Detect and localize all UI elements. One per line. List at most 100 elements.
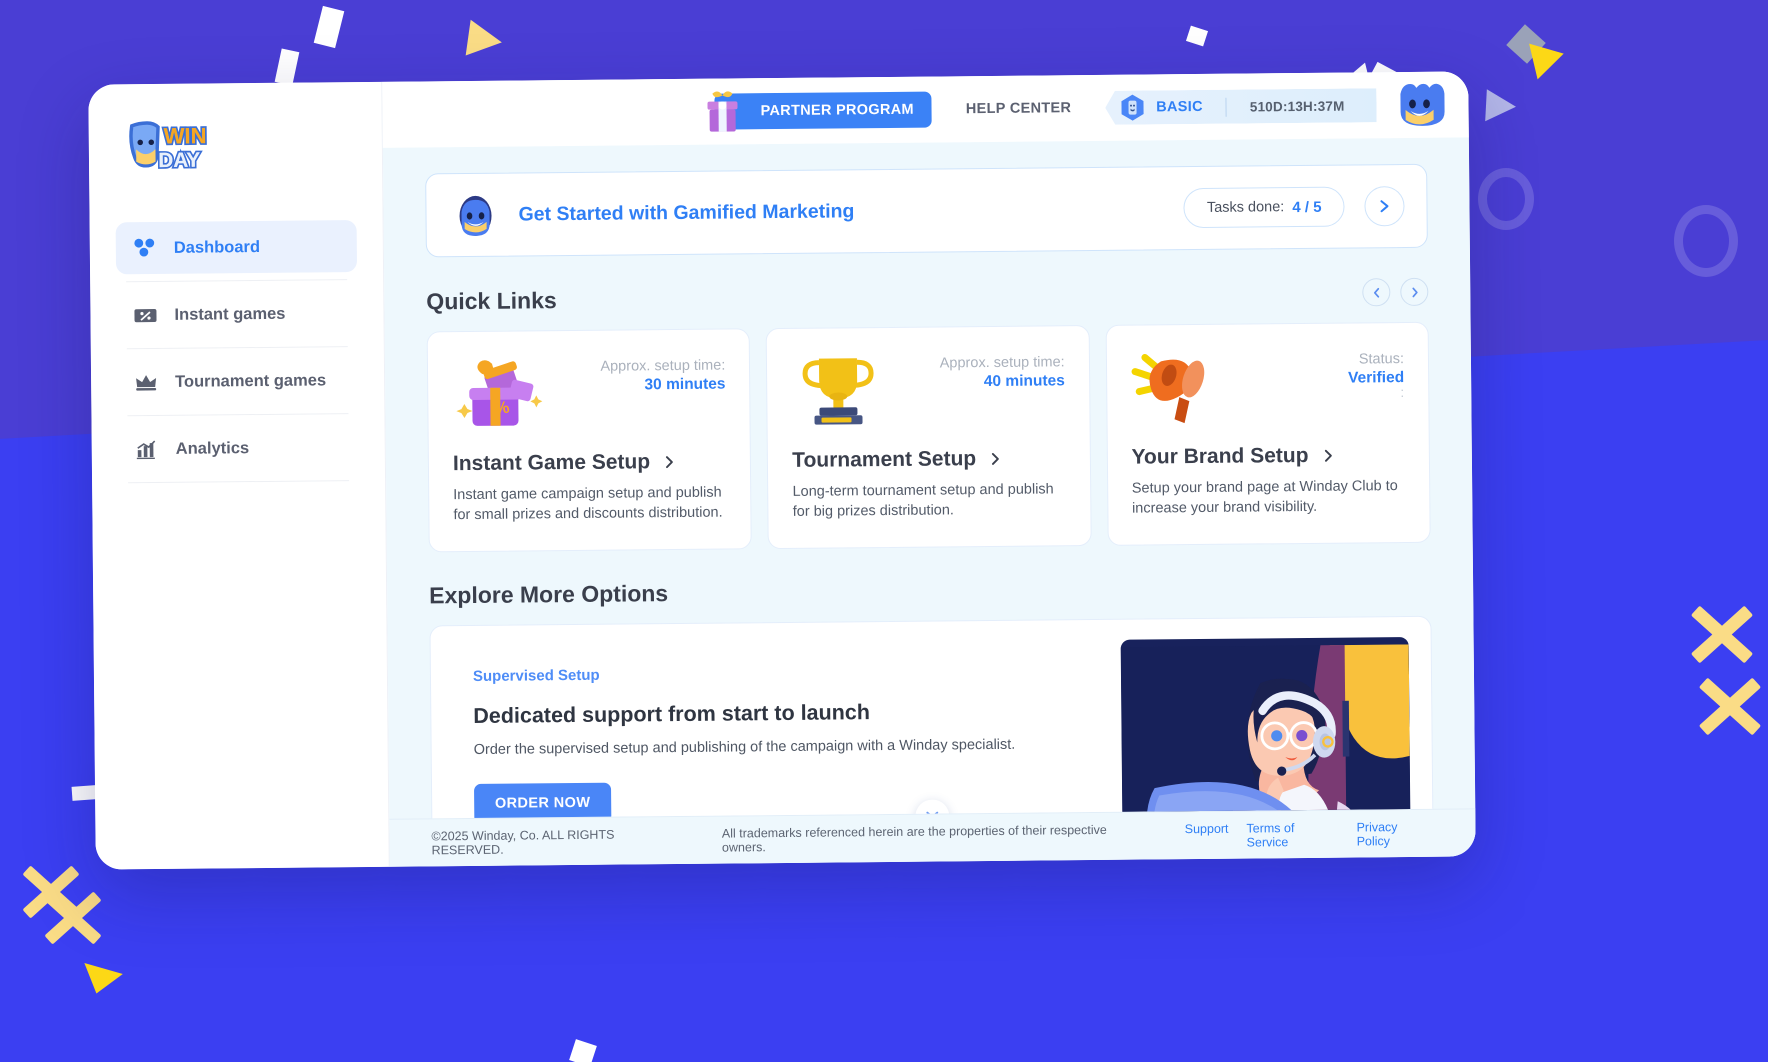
partner-program-button[interactable]: PARTNER PROGRAM [707, 91, 933, 132]
sidebar-item-label: Tournament games [175, 370, 327, 391]
svg-text:WIN: WIN [164, 123, 207, 148]
plan-chip[interactable]: BASIC 510D:13H:37M [1105, 88, 1377, 125]
quick-link-card-title: Tournament Setup [792, 447, 977, 472]
quick-link-meta: Approx. setup time: 30 minutes [600, 350, 725, 395]
quick-link-meta: Status: Verified : [1348, 343, 1405, 401]
winday-logo-icon: WIN WIN DAY DAY [129, 121, 208, 174]
tasks-done-count: 4 / 5 [1292, 198, 1322, 216]
sidebar-item-label: Analytics [175, 438, 250, 458]
quick-link-card-instant-game[interactable]: % Approx. setup time: 30 minutes Instant… [426, 328, 753, 553]
confetti-triangle [465, 19, 505, 61]
meta-value: 40 minutes [983, 372, 1065, 391]
svg-text:DAY: DAY [158, 149, 200, 172]
carousel-prev-button[interactable] [1362, 278, 1391, 307]
quick-link-card-title-row: Tournament Setup [792, 446, 1066, 473]
app-window: WIN WIN DAY DAY Dashboard Instant games [88, 71, 1476, 870]
support-specialist-illustration [1120, 637, 1411, 819]
explore-image-wrap [1120, 617, 1432, 819]
meta-value: 30 minutes [644, 375, 726, 394]
confetti-triangle [1485, 89, 1517, 123]
quick-link-card-title-row: Your Brand Setup [1131, 443, 1405, 470]
explore-card: Supervised Setup Dedicated support from … [429, 615, 1434, 819]
confetti-rect [71, 785, 97, 801]
top-bar: PARTNER PROGRAM HELP CENTER BASIC 510D:1… [382, 71, 1469, 148]
crown-icon [133, 370, 159, 394]
partner-program-label: PARTNER PROGRAM [760, 101, 914, 120]
quick-link-card-title: Your Brand Setup [1131, 443, 1309, 469]
meta-dots: : [1400, 384, 1405, 401]
quick-link-meta: Approx. setup time: 40 minutes [940, 346, 1065, 391]
explore-description: Order the supervised setup and publishin… [473, 736, 1016, 759]
quick-links-cards: % Approx. setup time: 30 minutes Instant… [426, 321, 1431, 553]
chevron-right-icon [1411, 287, 1418, 297]
quick-links-header: Quick Links [426, 277, 1429, 316]
order-now-button[interactable]: ORDER NOW [473, 782, 612, 819]
plan-name: BASIC [1156, 98, 1203, 116]
footer-copyright: ©2025 Winday, Co. ALL RIGHTS RESERVED. [431, 827, 615, 857]
quick-links-title: Quick Links [426, 286, 557, 314]
quick-link-card-desc: Instant game campaign setup and publish … [453, 484, 723, 523]
quick-links-carousel-controls [1362, 277, 1429, 307]
sidebar-divider [127, 413, 349, 417]
explore-title: Explore More Options [429, 580, 669, 609]
help-center-link[interactable]: HELP CENTER [966, 100, 1072, 117]
confetti-ring [1478, 168, 1534, 230]
sidebar-divider [126, 346, 348, 350]
sidebar-divider [128, 480, 350, 484]
quick-link-card-title: Instant Game Setup [452, 450, 651, 476]
get-started-title: Get Started with Gamified Marketing [518, 199, 855, 226]
footer-trademarks: All trademarks referenced herein are the… [721, 822, 1107, 855]
quick-link-card-title-row: Instant Game Setup [453, 450, 727, 477]
sidebar: WIN WIN DAY DAY Dashboard Instant games [88, 81, 390, 870]
sidebar-item-analytics[interactable]: Analytics [118, 421, 359, 475]
explore-header: Explore More Options [429, 573, 1431, 610]
sidebar-item-dashboard[interactable]: Dashboard [115, 220, 358, 275]
footer-link-terms[interactable]: Terms of Service [1246, 820, 1338, 849]
brand-logo[interactable]: WIN WIN DAY DAY [114, 82, 356, 194]
quick-link-card-desc: Setup your brand page at Winday Club to … [1131, 478, 1398, 517]
megaphone-icon [1131, 354, 1204, 424]
chevron-right-icon [1380, 200, 1389, 213]
footer-link-support[interactable]: Support [1185, 821, 1229, 849]
sidebar-item-tournament-games[interactable]: Tournament games [117, 354, 358, 408]
sidebar-item-instant-games[interactable]: Instant games [116, 287, 357, 341]
tasks-done-label: Tasks done: [1206, 199, 1285, 216]
meta-label: Approx. setup time: [600, 357, 726, 375]
carousel-next-button[interactable] [1400, 277, 1429, 307]
plan-divider [1226, 97, 1227, 116]
explore-kicker: Supervised Setup [472, 666, 600, 686]
content-scroll-area: Get Started with Gamified Marketing Task… [383, 137, 1475, 819]
quick-link-card-desc: Long-term tournament setup and publish f… [792, 481, 1054, 520]
sidebar-nav: Dashboard Instant games Tournament games [115, 220, 359, 484]
meta-value: Verified [1348, 369, 1405, 387]
sidebar-item-label: Instant games [174, 304, 286, 324]
chevron-right-icon [992, 453, 1000, 465]
dashboard-dots-icon [132, 236, 158, 260]
chevron-left-icon [1373, 287, 1379, 298]
mascot-avatar-icon [459, 195, 492, 236]
main-area: PARTNER PROGRAM HELP CENTER BASIC 510D:1… [382, 71, 1476, 867]
sidebar-item-label: Dashboard [173, 237, 261, 257]
gift-icon [707, 91, 738, 132]
chevron-right-icon [1324, 449, 1332, 462]
quick-link-card-tournament[interactable]: Approx. setup time: 40 minutes Tournamen… [765, 325, 1092, 550]
bar-chart-icon [134, 437, 160, 461]
chevron-right-icon [666, 456, 674, 469]
confetti-ring [1674, 205, 1738, 277]
explore-card-content: Supervised Setup Dedicated support from … [430, 620, 1122, 819]
footer-links: Support Terms of Service Privacy Policy [1185, 819, 1434, 849]
avatar[interactable] [1392, 78, 1447, 133]
ticket-percent-icon [132, 303, 158, 327]
footer-link-privacy[interactable]: Privacy Policy [1356, 819, 1433, 848]
meta-label: Approx. setup time: [939, 354, 1065, 372]
plan-badge-icon [1119, 93, 1145, 121]
sidebar-divider [126, 279, 348, 283]
get-started-next-button[interactable] [1364, 186, 1405, 227]
meta-label: Status: [1358, 351, 1405, 368]
tasks-done-pill[interactable]: Tasks done: 4 / 5 [1183, 186, 1345, 229]
specialist-illustration-svg [1120, 644, 1411, 819]
get-started-banner[interactable]: Get Started with Gamified Marketing Task… [425, 163, 1428, 258]
trophy-icon [802, 358, 874, 425]
gift-box-discount-icon: % [456, 360, 543, 426]
quick-link-card-brand[interactable]: Status: Verified : Your Brand Setup Setu… [1105, 321, 1431, 547]
